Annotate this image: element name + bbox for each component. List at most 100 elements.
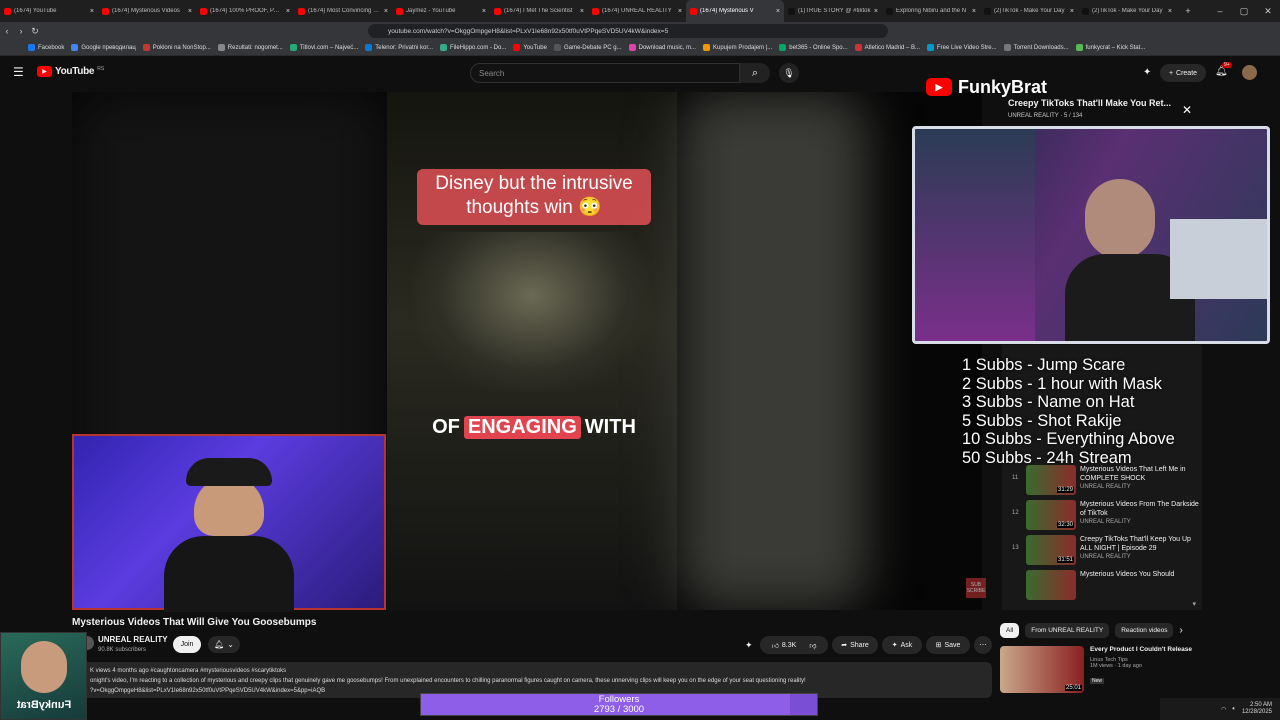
playlist-thumbnail[interactable]: 31:29 [1026, 465, 1076, 495]
chevron-down-icon[interactable]: ▾ [1192, 600, 1196, 608]
volume-icon[interactable]: 🔈︎ [1232, 706, 1236, 713]
chevron-right-icon[interactable]: › [1179, 625, 1182, 636]
bookmark-item[interactable]: funkycrat – Kick Stat... [1075, 44, 1145, 51]
bookmark-item[interactable]: Facebook [28, 44, 64, 51]
browser-tab[interactable]: (2)TikTok - Make Your Day × [1078, 0, 1176, 22]
close-tab-icon[interactable]: × [678, 8, 682, 15]
close-tab-icon[interactable]: × [384, 8, 388, 15]
reactor-webcam [72, 434, 386, 612]
filter-chip[interactable]: From UNREAL REALITY [1025, 622, 1110, 638]
bookmark-item[interactable]: Free Live Video Stre... [927, 44, 997, 51]
forward-icon[interactable]: › [14, 26, 28, 36]
close-tab-icon[interactable]: × [188, 8, 192, 15]
subscribed-bell-button[interactable]: 🔔︎ ⌄ [208, 636, 240, 653]
clock-time: 2:50 AM [1249, 702, 1272, 708]
playlist-item[interactable]: 11 31:29 Mysterious Videos That Left Me in… [1012, 465, 1202, 499]
bookmark-favicon [1003, 44, 1011, 51]
browser-tab[interactable]: (1674) YouTube × [0, 0, 98, 22]
playlist-item[interactable]: Mysterious Videos You Should [1012, 570, 1202, 604]
youtube-play-icon: ▶ [926, 78, 952, 96]
bookmark-item[interactable]: Google преводилац [71, 44, 136, 51]
minimize-icon[interactable]: – [1208, 6, 1232, 16]
channel-name[interactable]: UNREAL REALITY [98, 635, 168, 644]
browser-tab[interactable]: (1674) Most Convincing Evi × [294, 0, 392, 22]
youtube-logo[interactable]: ▶ YouTube RS [37, 66, 104, 77]
bookmark-item[interactable]: YouTube [513, 44, 547, 51]
playlist-item[interactable]: 13 31:51 Creepy TikToks That'll Keep You U… [1012, 535, 1202, 569]
video-caption-bottom: OF ENGAGING WITH [432, 414, 636, 440]
close-icon[interactable]: ✕ [1182, 103, 1192, 117]
system-clock[interactable]: 2:50 AM 12/28/2025 [1242, 702, 1272, 716]
search-button[interactable]: ⌕ [740, 63, 770, 83]
plus-icon: + [1168, 69, 1174, 77]
playlist-thumbnail[interactable]: 32:30 [1026, 500, 1076, 530]
recommended-video[interactable]: 25:01 Every Product I Couldn't Release L… [1000, 646, 1200, 694]
close-tab-icon[interactable]: × [1168, 8, 1172, 15]
filter-chip[interactable]: All [1000, 622, 1020, 638]
reload-icon[interactable]: ↻ [28, 26, 42, 37]
followers-count: 2793 / 3000 [593, 704, 645, 715]
close-tab-icon[interactable]: × [776, 8, 780, 15]
bookmark-item[interactable]: Game-Debate PC g... [553, 44, 622, 51]
playlist-title[interactable]: Creepy TikToks That'll Make You Ret... [1008, 98, 1178, 108]
bookmark-item[interactable]: Pokloni na NonStop... [142, 44, 211, 51]
tab-label: Exploring Nibiru and the N [896, 8, 967, 14]
playlist-index: 11 [1012, 475, 1019, 481]
bookmark-favicon [71, 44, 79, 51]
close-tab-icon[interactable]: × [286, 8, 290, 15]
thumbs-down-icon: 👎︎ [809, 642, 817, 650]
browser-tab[interactable]: Exploring Nibiru and the N × [882, 0, 980, 22]
close-tab-icon[interactable]: × [482, 8, 486, 15]
browser-tab[interactable]: Jaymez - YouTube × [392, 0, 490, 22]
sparkle-icon[interactable]: ✦ [745, 640, 753, 651]
bookmark-item[interactable]: Kupujem Prodajem |... [703, 44, 772, 51]
new-tab-icon[interactable]: + [1176, 6, 1200, 16]
browser-tab[interactable]: (2)TikTok - Make Your Day × [980, 0, 1078, 22]
join-button[interactable]: Join [173, 636, 201, 653]
close-tab-icon[interactable]: × [972, 8, 976, 15]
browser-tab[interactable]: (1674) Mysterious V × [686, 0, 784, 22]
bookmark-item[interactable]: Rezultati: nogomet... [217, 44, 283, 51]
playlist-item[interactable]: 12 32:30 Mysterious Videos From The Darksi… [1012, 500, 1202, 534]
bookmark-item[interactable]: bet365 - Online Spo... [779, 44, 848, 51]
save-button[interactable]: ⊞ Save [926, 636, 970, 654]
broadcast-icon[interactable]: ✦ [1143, 67, 1151, 78]
create-label: Create [1176, 69, 1198, 77]
share-button[interactable]: ➦ Share [832, 636, 878, 654]
close-tab-icon[interactable]: × [1070, 8, 1074, 15]
create-button[interactable]: + Create [1160, 64, 1206, 82]
browser-tab[interactable]: (1674) UNREAL REALITY × [588, 0, 686, 22]
window-close-icon[interactable]: ✕ [1256, 6, 1280, 17]
close-tab-icon[interactable]: × [90, 8, 94, 15]
close-tab-icon[interactable]: × [874, 8, 878, 15]
followers-text: Followers 2793 / 3000 [421, 694, 817, 715]
more-icon[interactable]: ⋯ [974, 636, 992, 654]
bookmark-item[interactable]: Torrent Downloads... [1003, 44, 1069, 51]
menu-icon[interactable]: ☰ [13, 65, 24, 79]
streamer-banner: ▶ FunkyBrat [926, 76, 1096, 98]
account-avatar[interactable] [1242, 65, 1257, 80]
bookmark-item[interactable]: Telenor: Privatni kor... [365, 44, 433, 51]
related-filter-chips: All From UNREAL REALITY Reaction videos › [1000, 622, 1183, 638]
bookmark-item[interactable]: Titlovi.com – Najveć... [289, 44, 358, 51]
browser-tab[interactable]: (1674) Mysterious Videos × [98, 0, 196, 22]
close-tab-icon[interactable]: × [580, 8, 584, 15]
voice-search-button[interactable]: 🎙︎ [779, 63, 799, 83]
bookmark-item[interactable]: FileHippo.com - Do... [440, 44, 506, 51]
recommended-thumbnail[interactable]: 25:01 [1000, 646, 1084, 693]
browser-tab[interactable]: (1674) 100% PROOF, PARA × [196, 0, 294, 22]
wifi-icon[interactable]: ◠ [1221, 706, 1226, 713]
playlist-thumbnail[interactable] [1026, 570, 1076, 600]
search-input[interactable]: Search [470, 63, 740, 83]
ask-button[interactable]: ✦ Ask [882, 636, 922, 654]
url-bar[interactable]: youtube.com/watch?v=OkggOmpgeH8&list=PLx… [368, 24, 888, 38]
playlist-thumbnail[interactable]: 31:51 [1026, 535, 1076, 565]
bookmark-item[interactable]: Download music, m... [628, 44, 696, 51]
back-icon[interactable]: ‹ [0, 26, 14, 36]
browser-tab[interactable]: (1674) I Met The Scientist × [490, 0, 588, 22]
filter-chip[interactable]: Reaction videos [1115, 622, 1174, 638]
browser-tab[interactable]: (1)TRUE STORY @ #tiktok × [784, 0, 882, 22]
maximize-icon[interactable]: ▢ [1232, 6, 1256, 17]
bookmark-item[interactable]: Atletico Madrid – B... [854, 44, 920, 51]
like-dislike-button[interactable]: 👍︎ 8.3K 👎︎ [760, 636, 828, 654]
